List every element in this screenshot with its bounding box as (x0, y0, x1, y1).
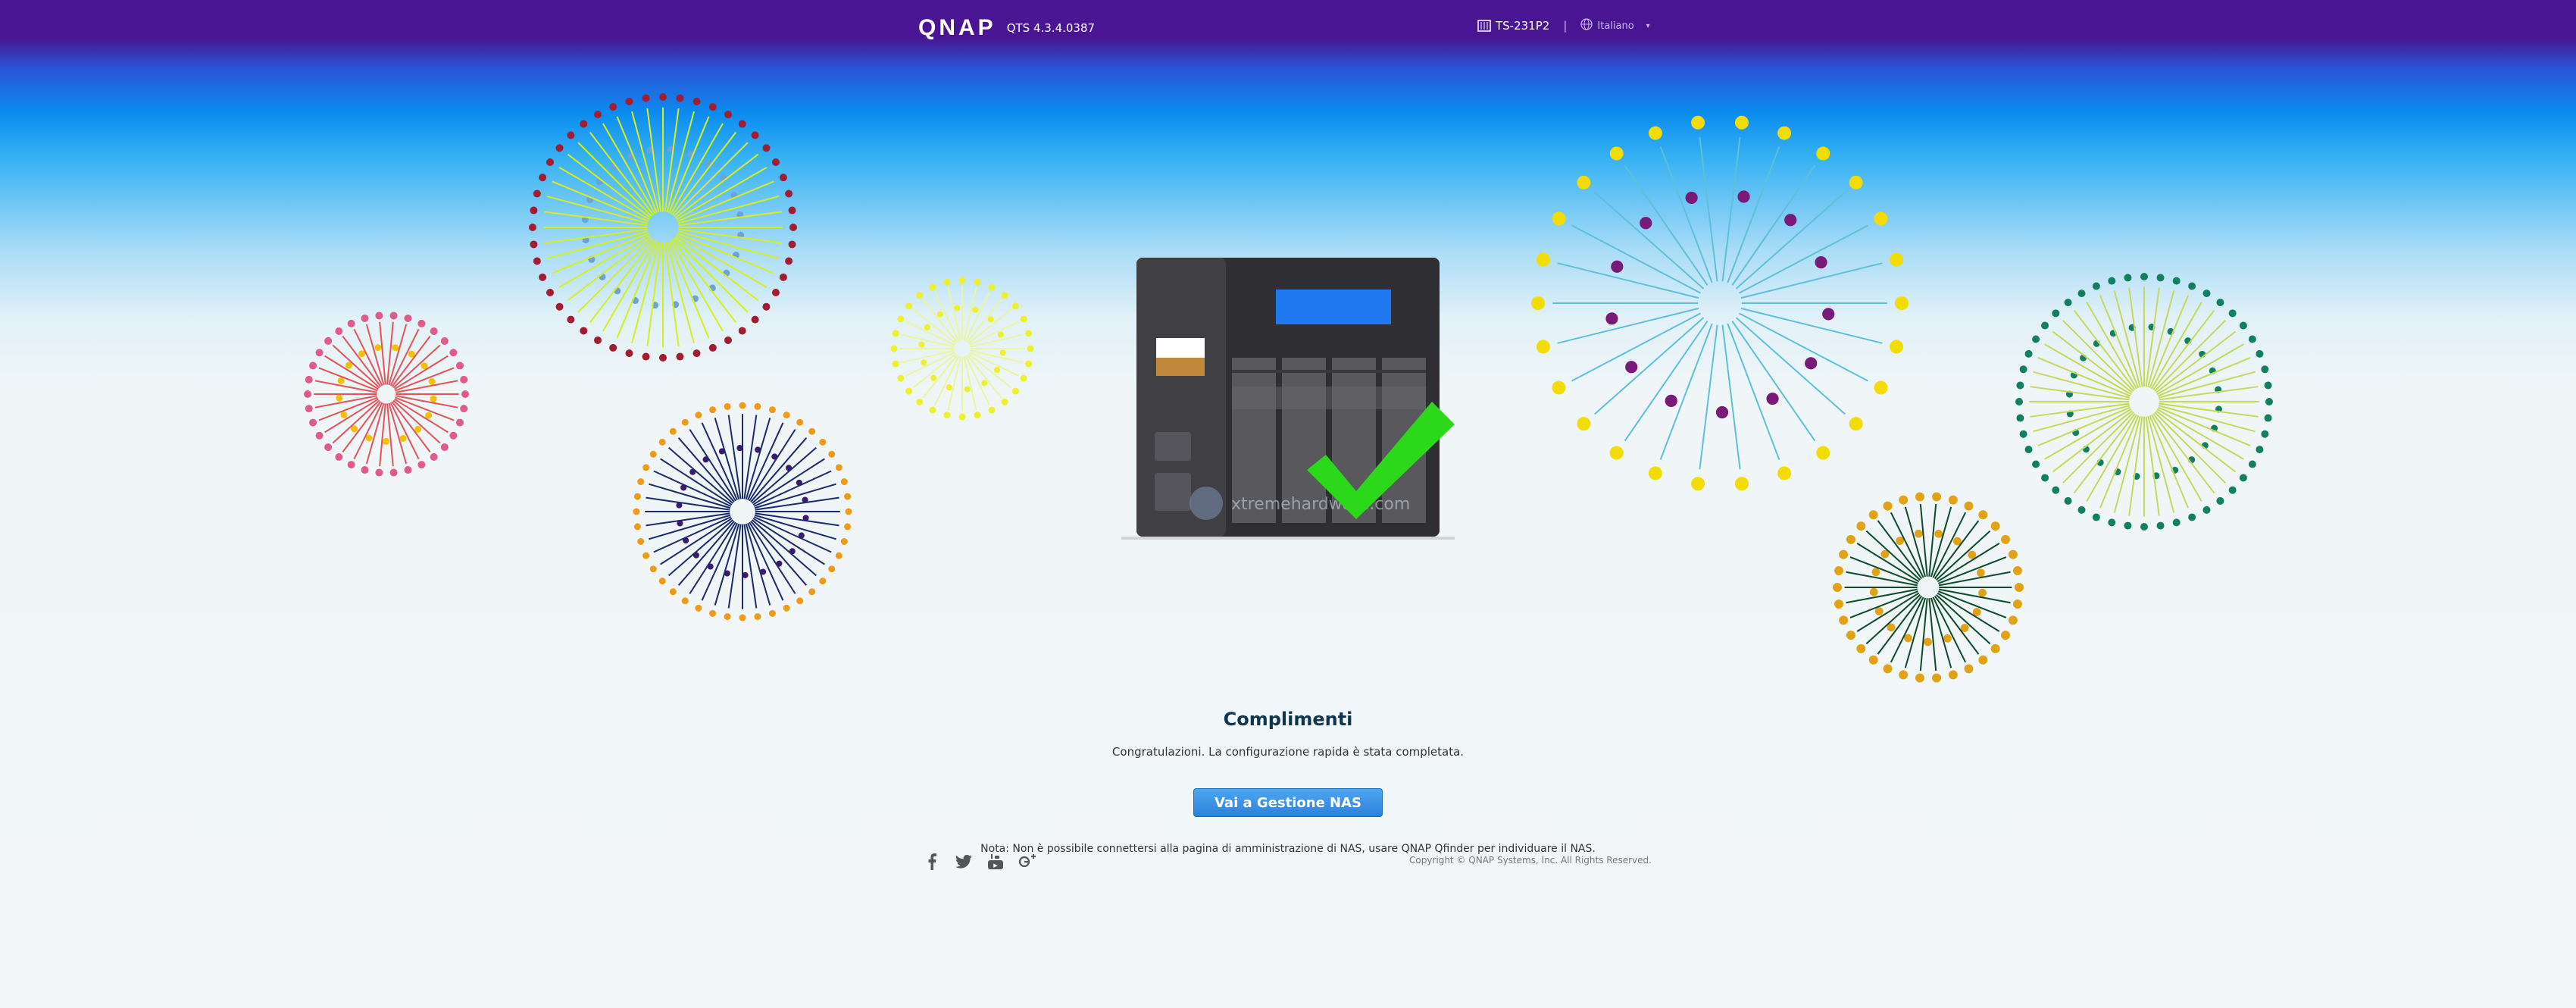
svg-text:xtremehardware.com: xtremehardware.com (1231, 495, 1410, 514)
chevron-down-icon: ▾ (1646, 21, 1650, 30)
language-selector[interactable]: Italiano ▾ (1580, 18, 1650, 33)
page-title: Complimenti (1223, 709, 1353, 730)
globe-icon (1580, 18, 1593, 33)
header-right: TS-231P2 | Italiano ▾ (1477, 18, 1650, 33)
facebook-icon[interactable] (923, 853, 941, 871)
firework-6 (2015, 273, 2273, 531)
firework-5 (1531, 115, 1909, 491)
language-label: Italiano (1597, 20, 1634, 32)
header-brand: QNAP QTS 4.3.4.0387 (918, 17, 1095, 39)
firework-3 (633, 402, 852, 621)
nas-illustration: xtremehardware.com (1121, 258, 1455, 540)
firework-1 (304, 311, 469, 477)
qnap-logo: QNAP (918, 15, 996, 40)
firework-7 (1833, 492, 2024, 683)
go-to-nas-management-button[interactable]: Vai a Gestione NAS (1193, 788, 1383, 817)
youtube-icon[interactable]: ▶ (986, 853, 1005, 871)
firework-4 (890, 277, 1034, 421)
nas-model: TS-231P2 (1496, 19, 1550, 33)
svg-text:▶: ▶ (993, 862, 998, 869)
firmware-version: QTS 4.3.4.0387 (1006, 21, 1096, 35)
success-message: Congratulazioni. La configurazione rapid… (1111, 745, 1465, 759)
nas-device-icon (1477, 20, 1491, 32)
qfinder-note: Nota: Non è possibile connettersi alla p… (980, 843, 1596, 855)
header-divider: | (1563, 19, 1568, 33)
google-plus-icon[interactable] (1018, 853, 1036, 871)
copyright: Copyright © QNAP Systems, Inc. All Right… (1409, 855, 1652, 866)
twitter-icon[interactable] (955, 853, 973, 871)
firework-2 (529, 93, 797, 362)
social-links: ▶ (923, 853, 1036, 871)
